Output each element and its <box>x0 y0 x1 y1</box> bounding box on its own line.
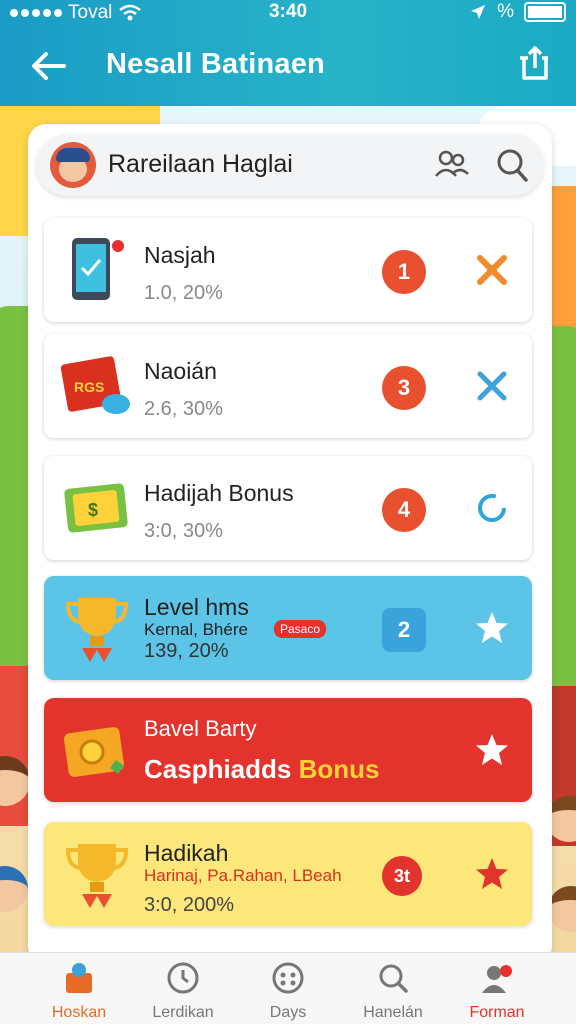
content-panel: Rareilaan Haglai Nasjah 1.0, 20% 1 RGS N… <box>28 124 552 964</box>
location-icon <box>471 5 486 19</box>
search-title: Rareilaan Haglai <box>108 150 293 178</box>
list-item-subtext: 3:0, 200% <box>144 894 235 916</box>
background-kid <box>0 866 28 912</box>
gamepad-icon <box>272 962 304 994</box>
share-button[interactable] <box>514 42 554 86</box>
star-icon[interactable] <box>474 732 510 768</box>
search-icon <box>379 964 408 993</box>
phone-icon <box>72 238 124 300</box>
arrow-left-icon <box>32 52 66 80</box>
group-icon[interactable] <box>434 148 470 182</box>
search-icon[interactable] <box>494 146 530 184</box>
percent-icon: % <box>497 1 514 22</box>
status-bar: Toval 3:40 % <box>0 0 576 26</box>
count-badge: 4 <box>382 488 426 532</box>
list-item-subtext: 139, 20% <box>144 640 229 662</box>
count-badge: 3 <box>382 366 426 410</box>
search-bar[interactable]: Rareilaan Haglai <box>36 134 544 196</box>
nav-item-days[interactable]: Days <box>233 959 343 1021</box>
list-item-sublabel: Kernal, Bhére <box>144 620 248 639</box>
svg-text:$: $ <box>88 500 98 520</box>
list-item[interactable]: Level hms Kernal, Bhére Pasaco 139, 20% … <box>44 576 532 680</box>
list-item[interactable]: Bavel Barty Casphiadds Bonus <box>44 698 532 802</box>
list-item-sublabel: Casphiadds <box>144 754 292 784</box>
treasure-icon <box>63 727 125 777</box>
bonus-label: Bonus <box>298 754 380 784</box>
money-icon: $ <box>64 483 128 533</box>
list-item-subtext: 2.6, 30% <box>144 398 223 420</box>
star-icon[interactable] <box>474 610 510 646</box>
list-item-subtext: 1.0, 20% <box>144 282 223 304</box>
star-icon[interactable] <box>474 856 510 892</box>
hot-tag: Pasaco <box>274 620 327 638</box>
refresh-icon[interactable] <box>474 490 510 526</box>
list-item-label: Hadikah <box>144 840 229 866</box>
nav-item-profile[interactable]: Forman <box>442 959 552 1021</box>
list-item-label: Hadijah Bonus <box>144 480 294 506</box>
list-item[interactable]: Nasjah 1.0, 20% 1 <box>44 218 532 322</box>
list-item[interactable]: $ Hadijah Bonus 3:0, 30% 4 <box>44 456 532 560</box>
page-title: Nesall Batinaen <box>106 48 325 80</box>
nav-item-clock[interactable]: Lerdikan <box>128 959 238 1021</box>
list-item-subtext: 3:0, 30% <box>144 520 223 542</box>
x-ribbon-icon[interactable] <box>474 252 510 288</box>
nav-label: Hanelán <box>363 1004 423 1021</box>
trophy-icon <box>65 844 129 908</box>
bottom-nav: Hoskan Lerdikan Days Hanelán Forman <box>0 952 576 1024</box>
clock-icon <box>167 962 199 994</box>
list-item-label: Level hms <box>144 594 249 620</box>
count-badge: 2 <box>382 608 426 652</box>
nav-label: Days <box>269 1004 307 1021</box>
list-item[interactable]: RGS Naoián 2.6, 30% 3 <box>44 334 532 438</box>
trophy-icon <box>65 598 129 662</box>
list-item-label: Bavel Barty <box>144 716 257 741</box>
back-button[interactable] <box>26 44 70 88</box>
profile-icon <box>482 965 512 993</box>
battery-icon <box>524 2 566 22</box>
home-icon <box>66 963 92 993</box>
red-box-icon: RGS <box>60 356 130 414</box>
svg-text:RGS: RGS <box>74 379 104 395</box>
top-bar: Toval 3:40 % Nesall Batinaen <box>0 0 576 106</box>
nav-item-home[interactable]: Hoskan <box>24 959 134 1021</box>
x-ribbon-icon[interactable] <box>474 368 510 404</box>
background-kid <box>548 886 576 932</box>
nav-label: Lerdikan <box>152 1004 214 1021</box>
list-item[interactable]: Hadikah Harinaj, Pa.Rahan, LBeah 3:0, 20… <box>44 822 532 926</box>
list-item-sublabel: Harinaj, Pa.Rahan, LBeah <box>144 866 342 885</box>
nav-item-search[interactable]: Hanelán <box>338 959 448 1021</box>
nav-label: Forman <box>469 1004 525 1021</box>
nav-label: Hoskan <box>51 1004 107 1021</box>
avatar[interactable] <box>50 142 96 188</box>
header: Nesall Batinaen <box>0 30 576 100</box>
list-item-label: Nasjah <box>144 242 216 268</box>
count-badge: 1 <box>382 250 426 294</box>
list-item-label: Naoián <box>144 358 217 384</box>
count-badge: 3t <box>382 856 422 896</box>
